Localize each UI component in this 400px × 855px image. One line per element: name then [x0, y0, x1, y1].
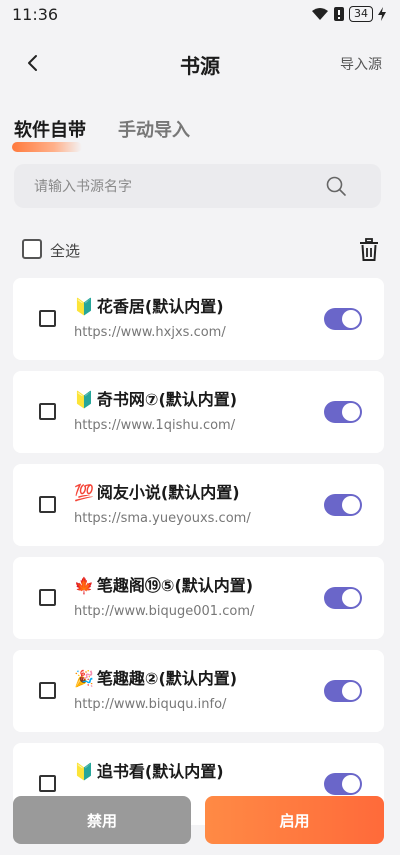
source-name: 💯 阅友小说(默认内置): [74, 483, 240, 502]
source-card[interactable]: 🎉 笔趣趣②(默认内置) http://www.biququ.info/: [13, 650, 384, 732]
source-enabled-toggle[interactable]: [324, 587, 362, 609]
source-enabled-toggle[interactable]: [324, 308, 362, 330]
source-checkbox[interactable]: [39, 310, 56, 327]
active-tab-indicator: [12, 142, 82, 152]
search-input[interactable]: [32, 164, 326, 210]
back-button[interactable]: [18, 48, 48, 78]
source-url: http://www.biquge001.com/: [74, 604, 255, 619]
source-enabled-toggle[interactable]: [324, 494, 362, 516]
source-card[interactable]: 🔰 花香居(默认内置) https://www.hxjxs.com/: [13, 278, 384, 360]
source-name: 🔰 奇书网⑦(默认内置): [74, 390, 238, 409]
source-badge-icon: 🎉: [74, 669, 94, 688]
enable-button[interactable]: 启用: [205, 796, 384, 844]
alert-icon: [334, 7, 344, 21]
source-tabs: 软件自带 手动导入: [12, 116, 190, 152]
search-icon[interactable]: [325, 175, 347, 197]
status-time: 11:36: [12, 5, 59, 24]
toggle-knob: [342, 496, 360, 514]
tab-manual-import[interactable]: 手动导入: [118, 116, 190, 142]
toggle-knob: [342, 403, 360, 421]
tab-builtin-label: 软件自带: [14, 120, 86, 141]
tab-manual-import-label: 手动导入: [118, 120, 190, 141]
source-name: 🔰 追书看(默认内置): [74, 762, 224, 781]
toggle-knob: [342, 589, 360, 607]
source-url: https://www.hxjxs.com/: [74, 325, 226, 340]
source-badge-icon: 💯: [74, 483, 94, 502]
source-card[interactable]: 🔰 奇书网⑦(默认内置) https://www.1qishu.com/: [13, 371, 384, 453]
status-icons: 34: [311, 6, 386, 22]
source-badge-icon: 🔰: [74, 297, 94, 316]
source-checkbox[interactable]: [39, 403, 56, 420]
source-badge-icon: 🔰: [74, 762, 94, 781]
chevron-left-icon: [28, 55, 37, 71]
source-name: 🔰 花香居(默认内置): [74, 297, 224, 316]
search-bar: [14, 164, 381, 210]
wifi-icon: [312, 8, 328, 20]
source-enabled-toggle[interactable]: [324, 680, 362, 702]
source-url: http://www.biququ.info/: [74, 697, 227, 712]
source-url: https://www.1qishu.com/: [74, 418, 236, 433]
disable-button[interactable]: 禁用: [13, 796, 191, 844]
toggle-knob: [342, 682, 360, 700]
source-name: 🎉 笔趣趣②(默认内置): [74, 669, 238, 688]
select-all-checkbox[interactable]: [22, 239, 42, 259]
select-all-row: 全选: [20, 236, 384, 264]
status-bar: 11:36 34: [0, 0, 400, 30]
source-enabled-toggle[interactable]: [324, 401, 362, 423]
source-badge-icon: 🍁: [74, 576, 94, 595]
source-checkbox[interactable]: [39, 682, 56, 699]
header: 书源 导入源: [0, 40, 400, 86]
source-card[interactable]: 🍁 笔趣阁⑲⑤(默认内置) http://www.biquge001.com/: [13, 557, 384, 639]
toggle-knob: [342, 310, 360, 328]
tab-builtin[interactable]: 软件自带: [12, 116, 86, 152]
source-name: 🍁 笔趣阁⑲⑤(默认内置): [74, 576, 254, 595]
bottom-action-bar: 禁用 启用: [0, 790, 400, 855]
charging-icon: [378, 7, 386, 21]
source-checkbox[interactable]: [39, 589, 56, 606]
source-checkbox[interactable]: [39, 496, 56, 513]
source-list: 🔰 花香居(默认内置) https://www.hxjxs.com/ 🔰 奇书网⑦(…: [13, 278, 384, 836]
book-sources-screen: 11:36 34 书源 导入源 软件自带 手动导入 请输入书源名字 全选 🔰 花…: [0, 0, 400, 855]
source-badge-icon: 🔰: [74, 390, 94, 409]
import-source-link[interactable]: 导入源: [340, 54, 382, 74]
trash-icon[interactable]: [358, 238, 380, 262]
battery-icon: 34: [349, 6, 373, 22]
source-card[interactable]: 💯 阅友小说(默认内置) https://sma.yueyouxs.com/: [13, 464, 384, 546]
select-all-label: 全选: [50, 242, 81, 260]
source-url: https://sma.yueyouxs.com/: [74, 511, 251, 526]
